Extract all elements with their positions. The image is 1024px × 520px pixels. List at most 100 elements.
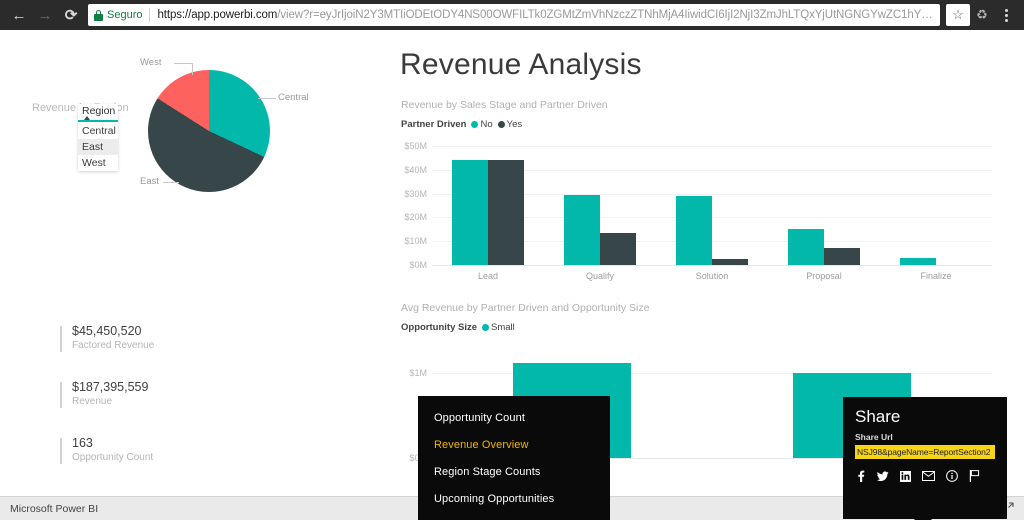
kebab-menu-icon[interactable] — [994, 2, 1018, 28]
kpi-card-revenue[interactable]: $187,395,559 Revenue — [60, 380, 149, 408]
bar-lead-yes[interactable] — [488, 160, 524, 265]
pie-label-central: Central — [278, 92, 309, 103]
bar-chart-2-legend: Opportunity Size Small — [401, 322, 515, 333]
pie-leader-central — [258, 98, 276, 99]
x-axis-tick: Solution — [695, 271, 729, 281]
pie-leader-west — [174, 63, 192, 64]
kpi-value: 163 — [72, 436, 93, 450]
nav-item-opportunity-count[interactable]: Opportunity Count — [434, 412, 610, 424]
pie-label-east: East — [140, 176, 160, 187]
secure-label: Seguro — [107, 9, 143, 21]
share-flyout[interactable]: Share Share Url NSJ98&pageName=ReportSec… — [843, 397, 1007, 520]
slicer-option-central[interactable]: Central — [78, 122, 118, 139]
slicer-option-east[interactable]: East — [78, 138, 118, 155]
y-axis-tick: $50M — [404, 141, 427, 151]
powerbi-report-viewer: ← → ⟳ Seguro https://app.powerbi.com/vie… — [0, 0, 1024, 520]
kpi-label: Opportunity Count — [72, 452, 154, 463]
share-title: Share — [855, 407, 901, 426]
y-axis-tick: $1M — [409, 368, 427, 379]
kpi-card-factored-revenue[interactable]: $45,450,520 Factored Revenue — [60, 324, 155, 352]
share-icon-row — [855, 470, 995, 482]
y-axis-tick: $10M — [404, 236, 427, 247]
legend-label: No — [480, 119, 493, 130]
slicer-underline — [78, 120, 118, 122]
extension-icon[interactable]: ♻ — [970, 2, 994, 28]
legend-item-no[interactable]: No — [471, 119, 493, 130]
share-url-value: NSJ98&pageName=ReportSection2 — [857, 447, 991, 457]
forward-button[interactable]: → — [32, 2, 58, 28]
bar-qualify-no[interactable] — [564, 194, 600, 265]
bar-chart-2-title: Avg Revenue by Partner Driven and Opport… — [401, 302, 650, 314]
bar-solution-yes[interactable] — [712, 259, 748, 265]
nav-item-revenue-overview[interactable]: Revenue Overview — [434, 439, 610, 451]
url-divider — [149, 8, 151, 22]
browser-toolbar: ← → ⟳ Seguro https://app.powerbi.com/vie… — [0, 0, 1024, 30]
url-path: /view?r=eyJrIjoiN2Y3MTIiODEtODY4NS00OWFI… — [277, 9, 934, 21]
legend-label: Yes — [506, 119, 523, 130]
x-axis-line — [432, 265, 992, 266]
region-slicer-dropdown[interactable]: Region Central East West — [78, 104, 118, 171]
bar-solution-no[interactable] — [676, 195, 712, 265]
revenue-by-region-pie[interactable]: West Central East — [138, 50, 368, 220]
bar-lead-no[interactable] — [452, 160, 488, 265]
left-panel: Revenue by Region Region Central East We… — [0, 30, 380, 496]
page-title: Revenue Analysis — [400, 48, 642, 81]
x-axis-tick: Qualify — [585, 271, 615, 281]
report-canvas: Revenue by Region Region Central East We… — [0, 30, 1024, 520]
y-axis-tick: $40M — [404, 164, 427, 175]
email-icon[interactable] — [922, 471, 935, 481]
share-url-field[interactable]: NSJ98&pageName=ReportSection2 — [855, 445, 995, 459]
nav-item-region-stage-counts[interactable]: Region Stage Counts — [434, 466, 610, 478]
x-axis-tick: Finalize — [920, 271, 952, 281]
bar-chart-1-title: Revenue by Sales Stage and Partner Drive… — [401, 99, 608, 111]
powerbi-brand-label: Microsoft Power BI — [10, 502, 99, 515]
gridline — [432, 146, 992, 147]
twitter-icon[interactable] — [877, 470, 889, 482]
y-axis-tick: $30M — [404, 188, 427, 199]
nav-item-upcoming-opportunities[interactable]: Upcoming Opportunities — [434, 493, 610, 505]
pie-slices[interactable] — [148, 70, 270, 192]
bar-proposal-yes[interactable] — [824, 248, 860, 265]
info-icon[interactable] — [946, 470, 958, 482]
legend-label: Small — [491, 322, 515, 333]
slicer-header[interactable]: Region — [78, 104, 118, 120]
legend-title: Opportunity Size — [401, 322, 477, 333]
lock-icon — [94, 9, 103, 21]
pie-leader-west-2 — [192, 63, 193, 75]
reload-button[interactable]: ⟳ — [58, 2, 84, 28]
legend-title: Partner Driven — [401, 119, 467, 130]
x-axis-tick: Proposal — [806, 271, 842, 281]
legend-swatch — [471, 121, 479, 128]
star-icon[interactable]: ☆ — [946, 4, 970, 26]
facebook-icon[interactable] — [855, 470, 866, 482]
revenue-by-sales-stage-chart[interactable]: $0M $10M $20M $30M $40M $50M Lead Qualify Soluti… — [404, 141, 992, 281]
url-text: https://app.powerbi.com/view?r=eyJrIjoiN… — [157, 9, 934, 21]
chevron-up-icon — [84, 116, 90, 120]
legend-item-small[interactable]: Small — [482, 322, 515, 333]
back-button[interactable]: ← — [6, 2, 32, 28]
linkedin-icon[interactable] — [900, 470, 911, 482]
share-url-label: Share Url — [855, 432, 893, 442]
legend-item-yes[interactable]: Yes — [497, 119, 523, 130]
kpi-value: $187,395,559 — [72, 380, 149, 394]
flag-icon[interactable] — [969, 470, 980, 482]
bar-qualify-yes[interactable] — [600, 232, 636, 265]
y-axis-tick: $0M — [409, 260, 427, 270]
legend-swatch — [482, 324, 489, 331]
pie-label-west: West — [140, 57, 162, 68]
address-bar[interactable]: Seguro https://app.powerbi.com/view?r=ey… — [88, 4, 940, 26]
y-axis-tick: $20M — [404, 212, 427, 223]
kpi-card-opportunity-count[interactable]: 163 Opportunity Count — [60, 436, 154, 464]
x-axis-tick: Lead — [477, 271, 499, 281]
kpi-label: Factored Revenue — [72, 340, 155, 351]
kpi-label: Revenue — [72, 396, 113, 407]
kpi-value: $45,450,520 — [72, 324, 142, 338]
url-domain: https://app.powerbi.com — [157, 9, 278, 21]
pie-leader-east — [163, 182, 179, 183]
bar-finalize-no[interactable] — [900, 257, 936, 265]
bar-proposal-no[interactable] — [788, 229, 824, 265]
page-navigation-menu[interactable]: Opportunity Count Revenue Overview Regio… — [418, 396, 610, 520]
slicer-option-west[interactable]: West — [78, 154, 118, 171]
legend-swatch — [497, 121, 505, 128]
bar-chart-1-legend: Partner Driven No Yes — [401, 119, 522, 130]
